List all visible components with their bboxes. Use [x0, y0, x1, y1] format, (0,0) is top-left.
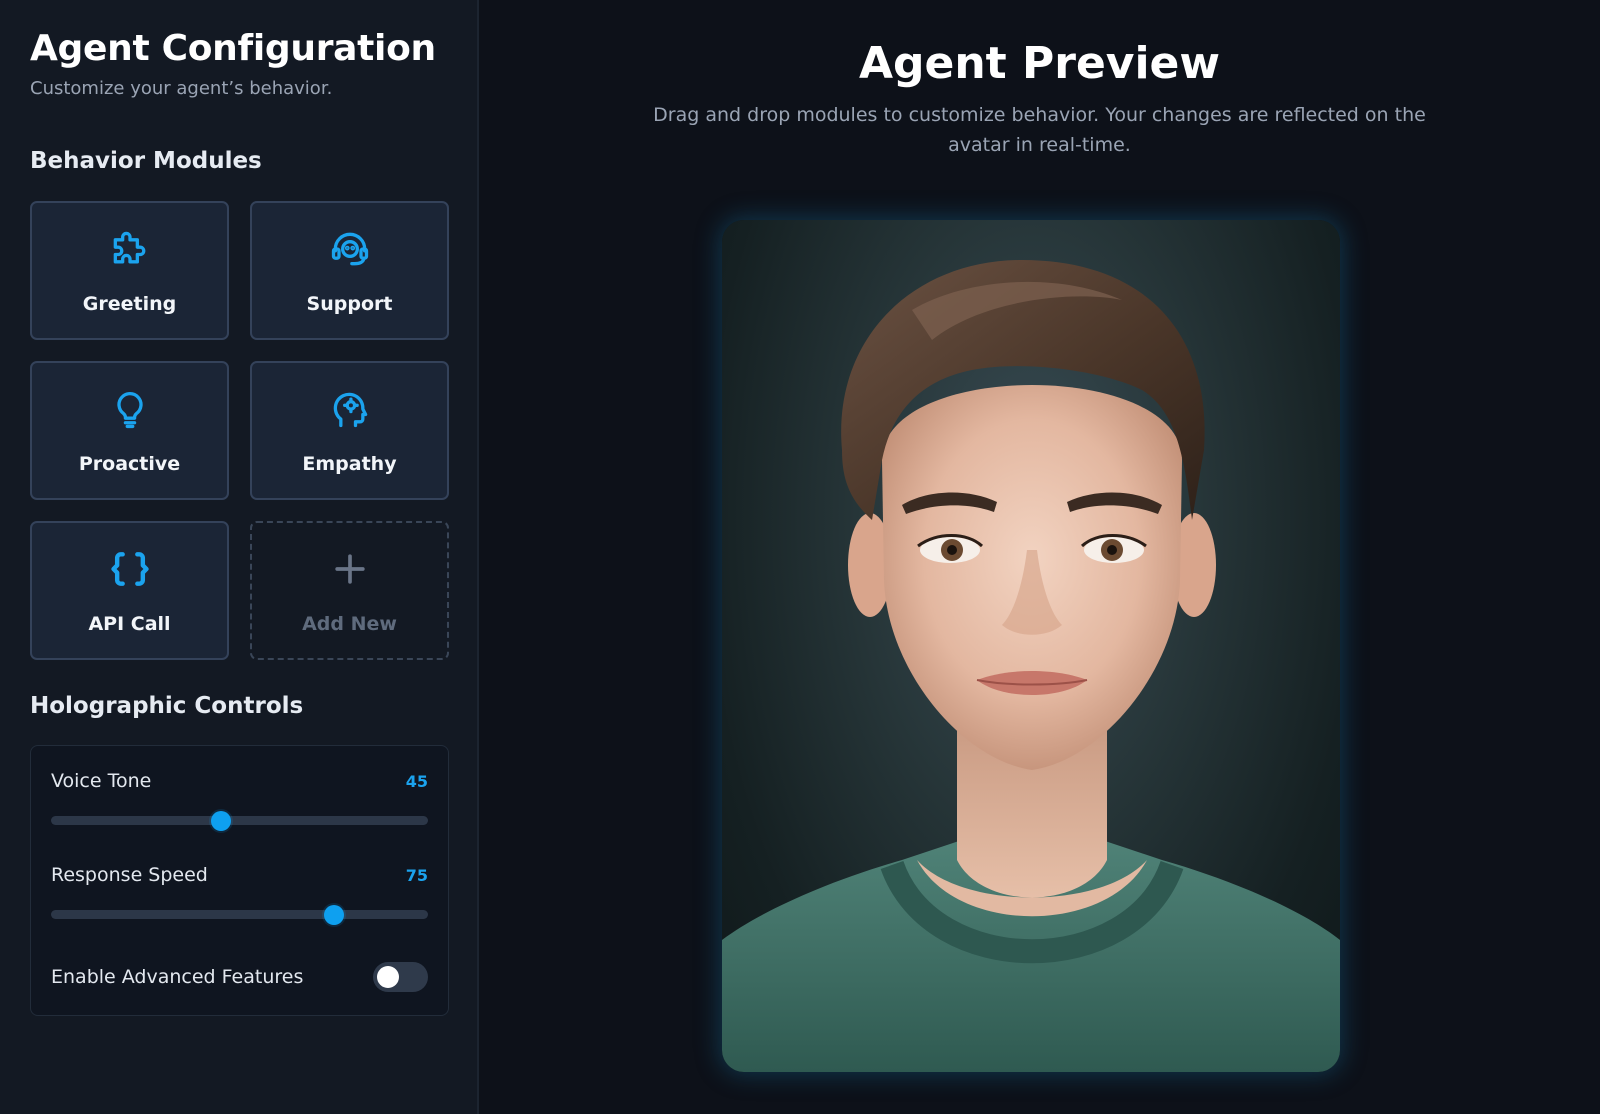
- response-speed-slider[interactable]: [51, 904, 428, 925]
- controls-card: Voice Tone 45 Response Speed 75 Enable A…: [30, 745, 449, 1016]
- puzzle-icon: [113, 231, 145, 264]
- voice-tone-label: Voice Tone: [51, 770, 152, 792]
- module-label: Proactive: [78, 453, 181, 475]
- lightbulb-icon: [116, 392, 143, 429]
- module-empathy[interactable]: Empathy: [250, 361, 449, 500]
- module-label: Add New: [302, 613, 397, 635]
- advanced-features-toggle[interactable]: [373, 962, 428, 992]
- voice-tone-slider[interactable]: [51, 810, 428, 831]
- module-api-call[interactable]: API Call: [30, 521, 229, 660]
- response-speed-label: Response Speed: [51, 864, 208, 886]
- advanced-features-label: Enable Advanced Features: [51, 966, 304, 988]
- headset-icon: [331, 232, 368, 266]
- page-description: Drag and drop modules to customize behav…: [653, 104, 1426, 156]
- sidebar-subtitle: Customize your agent’s behavior.: [30, 78, 333, 99]
- config-sidebar: Agent Configuration Customize your agent…: [0, 0, 479, 1114]
- page-title: Agent Preview: [858, 38, 1221, 89]
- response-speed-slider-thumb[interactable]: [323, 904, 344, 925]
- module-label: Greeting: [82, 293, 177, 315]
- holographic-controls-heading: Holographic Controls: [30, 693, 304, 719]
- module-label: Support: [306, 293, 393, 315]
- curly-braces-icon: [110, 552, 149, 586]
- module-label: Empathy: [302, 453, 397, 475]
- module-support[interactable]: Support: [250, 201, 449, 340]
- add-new-module-button[interactable]: Add New: [250, 521, 449, 660]
- avatar-illustration: [722, 260, 1340, 1072]
- preview-panel: Agent Preview Drag and drop modules to c…: [479, 0, 1600, 1114]
- avatar-preview: [722, 220, 1340, 1072]
- sidebar-title: Agent Configuration: [30, 28, 436, 69]
- module-label: API Call: [88, 613, 171, 635]
- voice-tone-value: 45: [405, 772, 428, 791]
- plus-icon: [334, 554, 365, 584]
- voice-tone-slider-thumb[interactable]: [210, 810, 231, 831]
- module-proactive[interactable]: Proactive: [30, 361, 229, 500]
- response-speed-value: 75: [405, 866, 428, 885]
- app-root: Agent Configuration Customize your agent…: [0, 0, 1600, 1114]
- brain-gear-icon: [333, 392, 367, 428]
- module-greeting[interactable]: Greeting: [30, 201, 229, 340]
- toggle-knob: [377, 966, 399, 988]
- behavior-modules-heading: Behavior Modules: [30, 148, 262, 174]
